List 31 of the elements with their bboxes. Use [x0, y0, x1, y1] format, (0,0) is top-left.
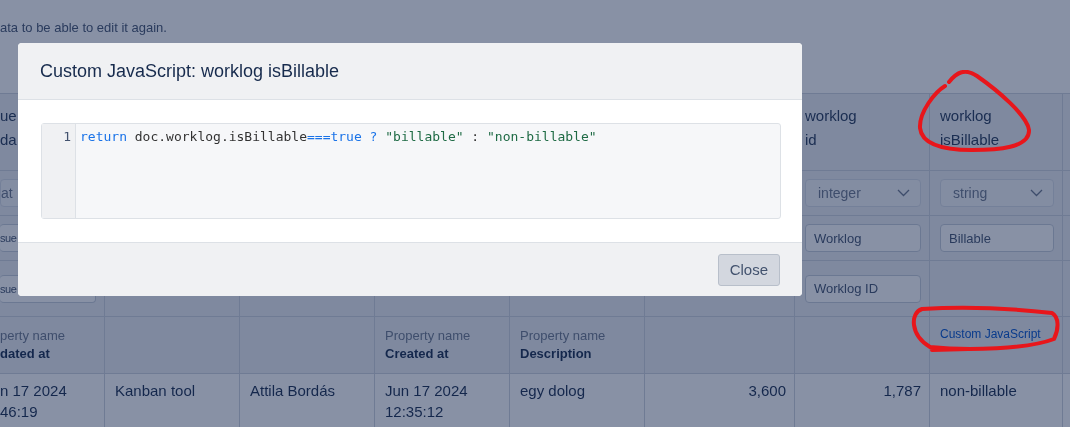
table-cell-text: 1,787: [883, 381, 921, 401]
property-name: dated at: [0, 345, 51, 363]
property-label: Property name: [520, 327, 607, 345]
close-button[interactable]: Close: [717, 253, 780, 286]
property-name: Created at: [385, 345, 450, 363]
line-number: 1: [62, 129, 72, 144]
table-cell-text: n 17 2024 46:19: [0, 381, 68, 422]
table-cell-text: egy dolog: [520, 381, 587, 401]
notice-text: ata to be able to edit it again.: [0, 20, 167, 35]
column-header: ue da: [0, 106, 17, 150]
table-cell-text: Jun 17 2024 12:35:12: [385, 381, 469, 422]
type-select[interactable]: integer: [805, 179, 921, 207]
property-name: Description: [520, 345, 593, 363]
code-editor[interactable]: 1 return doc.worklog.isBillable===true ? "billable" : "non-billable": [41, 123, 781, 219]
type-select[interactable]: string: [940, 179, 1054, 207]
table-cell-text: Kanban tool: [115, 381, 197, 401]
custom-javascript-link[interactable]: Custom JavaScript: [940, 327, 1041, 341]
input-field[interactable]: Billable: [940, 224, 1054, 252]
table-cell-text: non-billable: [940, 381, 1018, 401]
column-header: worklog isBillable: [940, 106, 1000, 150]
modal-title: Custom JavaScript: worklog isBillable: [40, 60, 340, 82]
code-line: return doc.worklog.isBillable===true ? "billable" : "non-billable": [80, 129, 598, 144]
input-field[interactable]: Worklog ID: [805, 274, 921, 303]
chevron-down-icon: [1030, 189, 1043, 197]
table-cell-text: Attila Bordás: [250, 381, 337, 401]
column-header: worklog id: [805, 106, 857, 150]
table-cell-text: 3,600: [748, 381, 786, 401]
input-field[interactable]: Worklog: [805, 224, 921, 252]
property-label: perty name: [0, 327, 67, 345]
chevron-down-icon: [897, 189, 910, 197]
property-label: Property name: [385, 327, 472, 345]
